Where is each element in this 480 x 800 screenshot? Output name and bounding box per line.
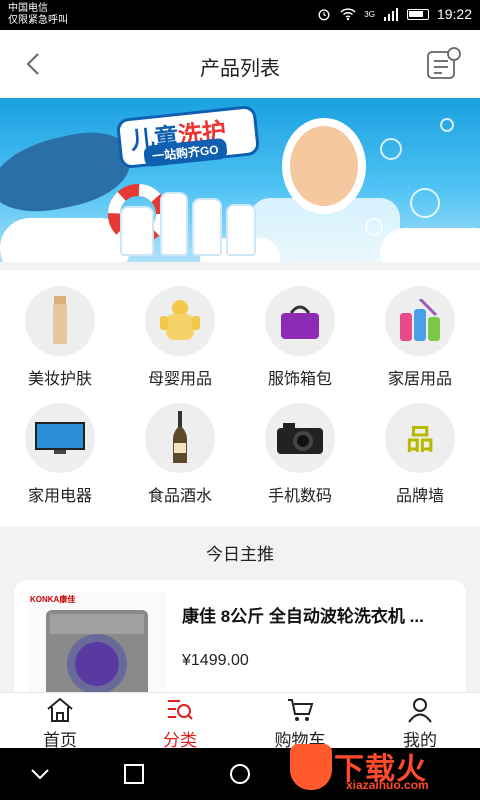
category-label: 手机数码: [267, 488, 332, 505]
bubble-decoration: [380, 138, 402, 160]
category-label: 美妆护肤: [27, 371, 92, 388]
alarm-icon: [318, 9, 330, 21]
cosmetics-icon: [25, 286, 95, 356]
category-label: 家居用品: [387, 371, 452, 388]
brand-wall-glyph: 品: [405, 424, 434, 455]
carrier-name: 中国电信: [8, 3, 48, 14]
tv-icon: [25, 403, 95, 473]
promo-banner[interactable]: 儿童洗护 一站购齐GO: [0, 98, 480, 262]
category-label: 服饰箱包: [267, 371, 332, 388]
carrier-info: 中国电信 仅限紧急呼叫: [8, 3, 68, 27]
category-label: 母婴用品: [147, 371, 212, 388]
bubble-decoration: [365, 218, 383, 236]
carrier-status: 仅限紧急呼叫: [8, 15, 68, 26]
category-icon: [168, 700, 193, 720]
tab-category[interactable]: 分类: [120, 693, 240, 750]
category-digital[interactable]: 手机数码: [240, 387, 360, 507]
category-label: 食品酒水: [147, 488, 212, 505]
section-title: 今日主推: [206, 545, 274, 564]
wifi-icon: [340, 8, 356, 21]
category-baby[interactable]: 母婴用品: [120, 270, 240, 390]
message-list-icon[interactable]: [426, 46, 462, 80]
watermark-logo: [290, 744, 332, 790]
cleaning-supplies-icon: [385, 286, 455, 356]
product-image: KONKA康佳: [28, 592, 166, 692]
product-bottle: [120, 206, 154, 256]
camera-icon: [265, 403, 335, 473]
category-label: 家用电器: [27, 488, 92, 505]
nav-home-icon[interactable]: [228, 762, 252, 786]
nav-recent-icon[interactable]: [122, 762, 146, 786]
network-type: 3G: [364, 9, 375, 19]
watermark-url: xiazaihuo.com: [346, 778, 429, 792]
product-card[interactable]: KONKA康佳 康佳 8公斤 全自动波轮洗衣机 ... ¥1499.00: [14, 580, 466, 692]
category-home[interactable]: 家居用品: [360, 270, 480, 390]
category-apparel[interactable]: 服饰箱包: [240, 270, 360, 390]
product-bottle: [160, 192, 188, 256]
category-grid: 美妆护肤 母婴用品 服饰箱包 家居用品 家用电器 食品酒水 手机数码 品 品牌墙: [0, 270, 480, 526]
handbag-icon: [265, 286, 335, 356]
baby-image: [282, 118, 366, 214]
category-label: 品牌墙: [395, 488, 444, 505]
signal-icon: [383, 8, 398, 21]
status-bar: 中国电信 仅限紧急呼叫 3G 19:22: [0, 0, 480, 30]
page-title: 产品列表: [200, 58, 280, 80]
cart-icon: [288, 699, 314, 721]
tab-home[interactable]: 首页: [0, 693, 120, 750]
category-appliances[interactable]: 家用电器: [0, 387, 120, 507]
product-bottle: [226, 204, 256, 256]
status-icons: 3G 19:22: [316, 6, 472, 22]
home-icon: [47, 697, 73, 722]
washing-machine-image: [46, 610, 148, 692]
category-cosmetics[interactable]: 美妆护肤: [0, 270, 120, 390]
wine-bottle-icon: [145, 403, 215, 473]
brand-wall-icon: 品: [385, 403, 455, 473]
battery-icon: [406, 8, 429, 20]
category-food[interactable]: 食品酒水: [120, 387, 240, 507]
product-bottle: [192, 198, 222, 256]
category-brands[interactable]: 品 品牌墙: [360, 387, 480, 507]
watermark: 下载火 xiazaihuo.com: [286, 736, 476, 796]
baby-clothes-icon: [145, 286, 215, 356]
bubble-decoration: [410, 188, 440, 218]
product-price: ¥1499.00: [182, 652, 249, 669]
nav-back-icon[interactable]: [28, 762, 52, 786]
product-name: 康佳 8公斤 全自动波轮洗衣机 ...: [182, 607, 424, 626]
bubble-decoration: [440, 118, 454, 132]
user-icon: [408, 698, 432, 723]
app-header: 产品列表: [0, 30, 480, 98]
clock: 19:22: [436, 6, 472, 22]
product-brand: KONKA康佳: [30, 595, 76, 604]
